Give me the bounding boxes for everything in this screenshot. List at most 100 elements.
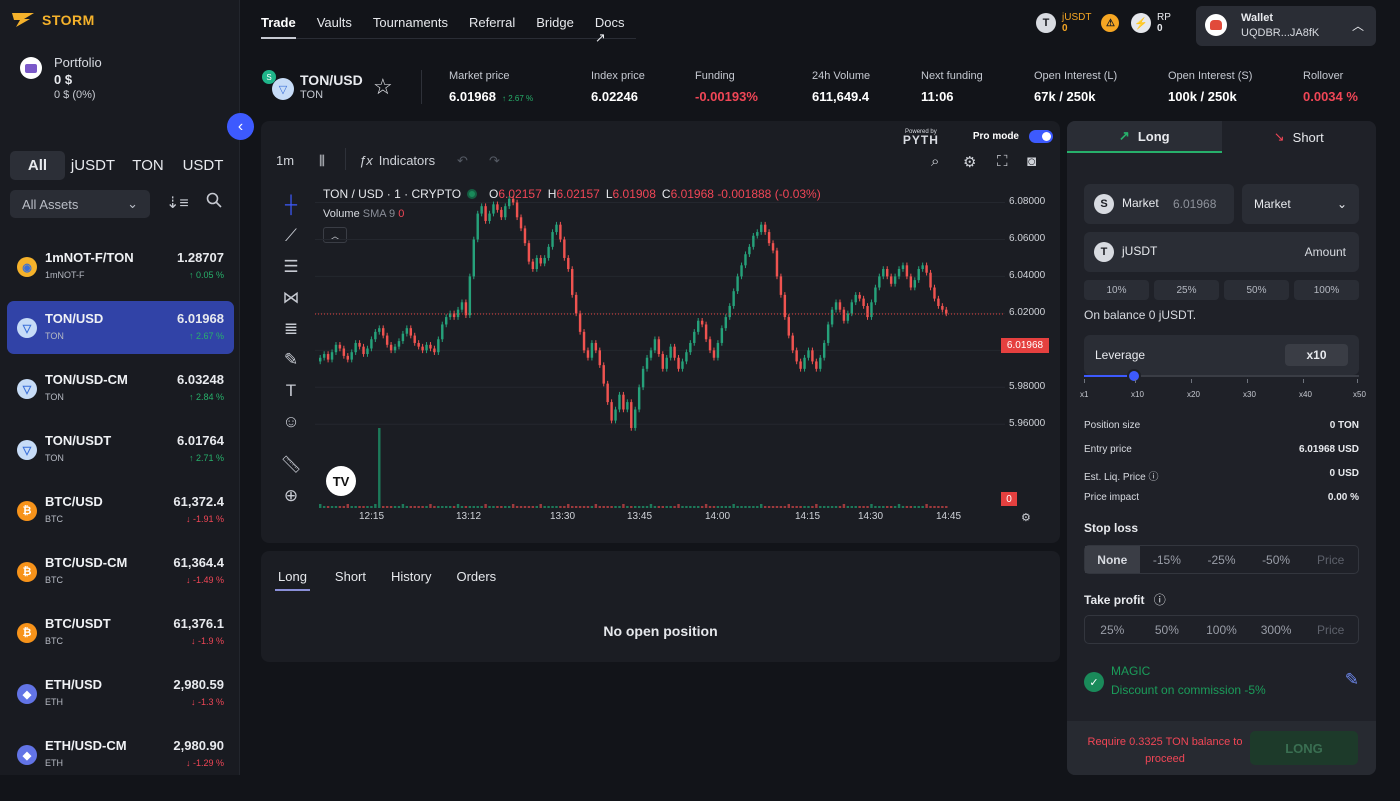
rp-balance[interactable]: ⚡ RP 0 <box>1131 12 1171 34</box>
fib-tools-icon[interactable]: ≣ <box>276 313 306 344</box>
favorite-star-icon[interactable]: ☆ <box>373 74 393 100</box>
interval-selector[interactable]: 1m <box>276 153 294 168</box>
leverage-value[interactable]: x10 <box>1285 344 1348 366</box>
chevron-up-icon: ︿ <box>1351 19 1364 33</box>
market-price: 2,980.90 <box>173 738 224 753</box>
volume-bar <box>496 506 499 508</box>
candle <box>862 298 865 306</box>
undo-icon[interactable]: ↶ <box>457 153 468 169</box>
order-type-dropdown[interactable]: Market ⌄ <box>1242 184 1359 224</box>
pct-25-button[interactable]: 25% <box>1154 280 1219 300</box>
slseg-option[interactable]: -50% <box>1249 546 1304 573</box>
axis-settings-icon[interactable]: ⚙ <box>1021 511 1031 524</box>
nav-bridge[interactable]: Bridge <box>536 15 574 39</box>
slseg-option[interactable]: Price <box>1303 546 1358 573</box>
market-item[interactable]: ◉ 1mNOT-F/TON 1mNOT-F 1.28707 ↑ 0.05 % <box>7 240 234 293</box>
market-item[interactable]: ▽ TON/USD-CM TON 6.03248 ↑ 2.84 % <box>7 362 234 415</box>
text-tool-icon[interactable]: T <box>276 375 306 406</box>
search-icon[interactable] <box>206 192 222 213</box>
candle <box>893 276 897 284</box>
market-item[interactable]: ₿ BTC/USD BTC 61,372.4 ↓ -1.91 % <box>7 484 234 537</box>
filter-tab-usdt[interactable]: USDT <box>175 151 231 180</box>
camera-icon[interactable]: ◙ <box>1027 153 1036 170</box>
filter-tab-ton[interactable]: TON <box>121 151 175 180</box>
market-price-field[interactable]: S Market 6.01968 <box>1084 184 1234 224</box>
market-item[interactable]: ▽ TON/USD TON 6.01968 ↑ 2.67 % <box>7 301 234 354</box>
filter-tab-jusdt[interactable]: jUSDT <box>65 151 121 180</box>
tab-history[interactable]: History <box>391 569 431 591</box>
slseg-option[interactable]: -15% <box>1140 546 1195 573</box>
zoom-in-icon[interactable]: ⊕ <box>276 480 306 511</box>
market-item[interactable]: ▽ TON/USDT TON 6.01764 ↑ 2.71 % <box>7 423 234 476</box>
slseg-option[interactable]: None <box>1085 546 1140 573</box>
sort-icon[interactable]: ⇣≡ <box>166 193 189 213</box>
slseg-option[interactable]: -25% <box>1194 546 1249 573</box>
tpseg-option[interactable]: Price <box>1303 616 1358 643</box>
portfolio-summary[interactable]: Portfolio 0 $ 0 $ (0%) <box>20 55 102 101</box>
candle-type-icon[interactable]: ⫼ <box>319 153 325 169</box>
leverage-slider[interactable] <box>1084 369 1359 383</box>
candle <box>661 354 665 369</box>
nav-trade[interactable]: Trade <box>261 15 296 39</box>
pro-mode-toggle[interactable] <box>1029 129 1053 143</box>
all-assets-dropdown[interactable]: All Assets ⌄ <box>10 190 150 218</box>
horizontal-lines-icon[interactable]: ☰ <box>276 251 306 282</box>
tpseg-option[interactable]: 25% <box>1085 616 1140 643</box>
stat-label: Next funding <box>921 70 983 82</box>
volume-bar <box>382 506 385 508</box>
collapse-sidebar-button[interactable]: ‹ <box>227 113 254 140</box>
trendline-icon[interactable]: ⟋ <box>276 220 306 251</box>
volume-bar <box>539 504 542 508</box>
indicators-button[interactable]: ƒx Indicators <box>359 153 435 168</box>
volume-bar <box>527 506 531 508</box>
ruler-icon[interactable]: 📏︎ <box>276 449 306 480</box>
tpseg-option[interactable]: 300% <box>1249 616 1304 643</box>
stat-value: 6.01968 ↑ 2.67 % <box>449 89 534 104</box>
quick-search-icon[interactable]: ⌕ <box>931 153 939 170</box>
leverage-handle[interactable] <box>1126 369 1141 383</box>
tab-long[interactable]: Long <box>275 569 310 591</box>
market-item[interactable]: ◆ ETH/USD-CM ETH 2,980.90 ↓ -1.29 % <box>7 728 234 781</box>
volume-bar <box>405 506 409 508</box>
nav-docs[interactable]: Docs ↗ <box>595 15 625 45</box>
crosshair-icon[interactable]: ┼ <box>276 189 306 220</box>
edit-icon[interactable]: ✎ <box>1345 670 1359 690</box>
tab-orders[interactable]: Orders <box>456 569 496 591</box>
candle <box>665 357 668 369</box>
long-tab[interactable]: ↗ Long <box>1067 121 1222 153</box>
filter-tab-all[interactable]: All <box>10 151 65 180</box>
tab-short[interactable]: Short <box>335 569 366 591</box>
pct-100-button[interactable]: 100% <box>1294 280 1359 300</box>
amount-input[interactable]: T jUSDT Amount <box>1084 232 1359 272</box>
tpseg-option[interactable]: 50% <box>1140 616 1195 643</box>
candle <box>393 346 397 351</box>
candlestick-plot[interactable] <box>315 184 1005 509</box>
brush-icon[interactable]: ✎ <box>276 344 306 375</box>
short-tab[interactable]: ↘ Short <box>1221 121 1376 153</box>
submit-long-button[interactable]: LONG <box>1250 731 1358 765</box>
settings-gear-icon[interactable]: ⚙ <box>963 153 976 171</box>
volume-bar <box>677 504 680 508</box>
candle <box>807 350 810 358</box>
pct-10-button[interactable]: 10% <box>1084 280 1149 300</box>
rp-label: RP <box>1157 12 1171 23</box>
candle <box>429 344 432 349</box>
redo-icon[interactable]: ↷ <box>489 153 500 169</box>
emoji-icon[interactable]: ☺ <box>276 406 306 437</box>
pattern-icon[interactable]: ⋈ <box>276 282 306 313</box>
jusdt-balance[interactable]: T jUSDT 0 ⚠ <box>1036 12 1120 34</box>
pct-50-button[interactable]: 50% <box>1224 280 1289 300</box>
nav-vaults[interactable]: Vaults <box>317 15 352 39</box>
volume-bar <box>799 506 802 508</box>
tpseg-option[interactable]: 100% <box>1194 616 1249 643</box>
market-item[interactable]: ₿ BTC/USDT BTC 61,376.1 ↓ -1.9 % <box>7 606 234 659</box>
storm-logo[interactable]: STORM <box>10 12 95 28</box>
candle <box>740 265 743 277</box>
wallet-button[interactable]: Wallet UQDBR...JA8fK ︿ <box>1196 6 1376 46</box>
nav-referral[interactable]: Referral <box>469 15 515 39</box>
fullscreen-icon[interactable]: ⛶ <box>997 153 1008 170</box>
market-item[interactable]: ◆ ETH/USD ETH 2,980.59 ↓ -1.3 % <box>7 667 234 720</box>
tradingview-logo[interactable]: TV <box>326 466 356 496</box>
nav-tournaments[interactable]: Tournaments <box>373 15 448 39</box>
market-item[interactable]: ₿ BTC/USD-CM BTC 61,364.4 ↓ -1.49 % <box>7 545 234 598</box>
